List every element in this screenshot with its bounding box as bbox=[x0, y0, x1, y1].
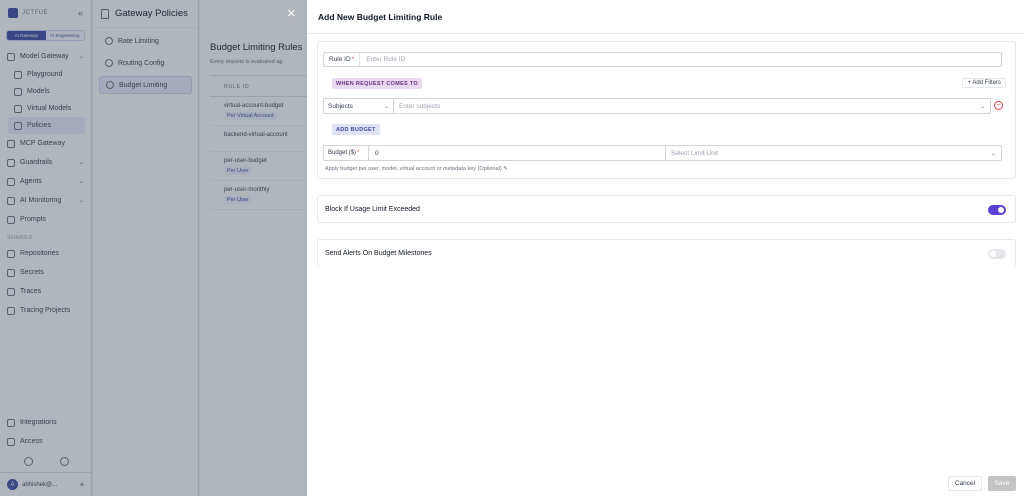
rule-id-label-text: Rule ID bbox=[329, 56, 351, 63]
budget-row: Budget ($) * 0 Select Limit Unit ⌄ bbox=[323, 145, 1002, 161]
add-filters-button[interactable]: + Add Filters bbox=[962, 78, 1006, 88]
limit-unit-placeholder: Select Limit Unit bbox=[671, 149, 718, 157]
send-alerts-toggle[interactable] bbox=[988, 249, 1006, 259]
block-limit-label: Block If Usage Limit Exceeded bbox=[325, 206, 420, 213]
budget-label-text: Budget ($) bbox=[328, 150, 357, 156]
chevron-down-icon: ⌄ bbox=[383, 103, 389, 110]
chevron-down-icon: ⌄ bbox=[979, 103, 985, 110]
rule-config-card: Rule ID * Enter Rule ID WHEN REQUEST COME… bbox=[317, 41, 1016, 179]
save-button[interactable]: Save bbox=[988, 476, 1016, 491]
block-limit-card: Block If Usage Limit Exceeded bbox=[317, 195, 1016, 223]
subjects-row: Subjects ⌄ Enter subjects ⌄ bbox=[323, 98, 991, 114]
subjects-select-value: Subjects bbox=[328, 102, 353, 110]
chevron-down-icon: ⌄ bbox=[990, 150, 996, 157]
budget-amount-input[interactable]: 0 bbox=[369, 146, 666, 160]
toggle-knob bbox=[998, 207, 1004, 213]
toggle-knob bbox=[990, 251, 996, 257]
required-marker: * bbox=[351, 56, 355, 63]
when-request-comes-to-label: WHEN REQUEST COMES TO bbox=[332, 78, 422, 89]
divider bbox=[307, 33, 1024, 34]
rule-id-field[interactable]: Rule ID * Enter Rule ID bbox=[323, 52, 1002, 67]
send-alerts-card: Send Alerts On Budget Milestones bbox=[317, 239, 1016, 267]
close-icon[interactable]: × bbox=[287, 6, 296, 21]
add-budget-label: ADD BUDGET bbox=[332, 124, 380, 135]
add-rule-drawer: Add New Budget Limiting Rule Rule ID * En… bbox=[307, 0, 1024, 496]
cancel-button[interactable]: Cancel bbox=[948, 476, 982, 491]
block-limit-toggle[interactable] bbox=[988, 205, 1006, 215]
remove-condition-icon[interactable]: − bbox=[994, 101, 1003, 110]
budget-hint[interactable]: Apply budget per user, model, virtual ac… bbox=[325, 166, 508, 172]
required-marker: * bbox=[357, 150, 360, 156]
rule-id-label: Rule ID * bbox=[324, 53, 361, 66]
subjects-select[interactable]: Subjects ⌄ bbox=[324, 99, 394, 113]
modal-backdrop[interactable] bbox=[0, 0, 307, 496]
send-alerts-label: Send Alerts On Budget Milestones bbox=[325, 250, 432, 257]
rule-id-input[interactable]: Enter Rule ID bbox=[360, 56, 1001, 63]
limit-unit-select[interactable]: Select Limit Unit ⌄ bbox=[666, 146, 1001, 160]
subjects-placeholder: Enter subjects bbox=[399, 102, 441, 110]
subjects-input[interactable]: Enter subjects ⌄ bbox=[394, 99, 990, 113]
drawer-title: Add New Budget Limiting Rule bbox=[318, 12, 443, 22]
budget-hint-text: Apply budget per user, model, virtual ac… bbox=[325, 166, 502, 172]
edit-icon: ✎ bbox=[503, 166, 508, 172]
budget-label: Budget ($) * bbox=[324, 146, 369, 160]
